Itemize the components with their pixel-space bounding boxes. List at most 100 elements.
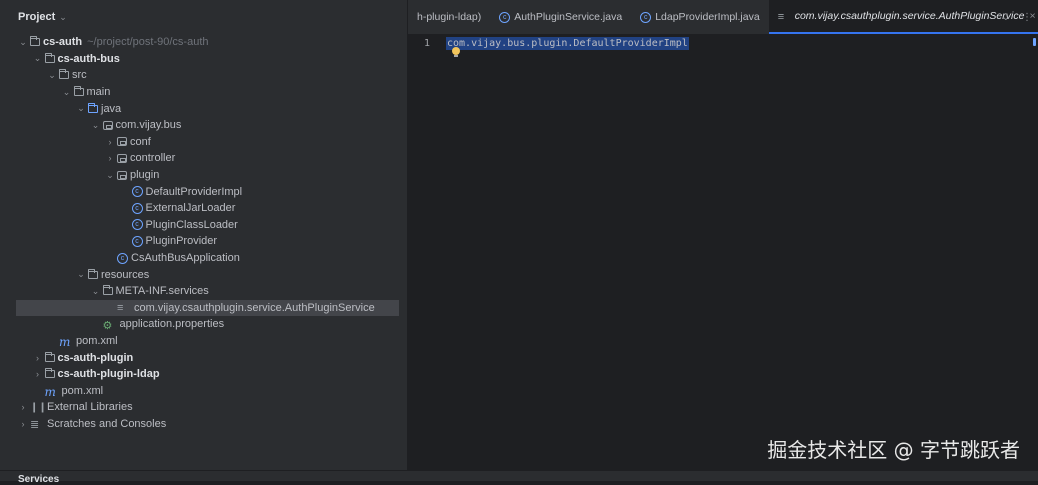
library-icon: ❙❙ bbox=[30, 401, 47, 413]
class-icon bbox=[131, 186, 143, 198]
chevron-down-icon[interactable]: ⌄ bbox=[89, 286, 103, 297]
folder-icon bbox=[44, 351, 55, 362]
line-number: 1 bbox=[423, 38, 430, 49]
chevron-right-icon[interactable]: › bbox=[31, 353, 45, 363]
tree-item-label: DefaultProviderImpl bbox=[145, 185, 243, 198]
tree-item-label: cs-auth bbox=[43, 36, 83, 49]
tree-item-label: ExternalJarLoader bbox=[145, 202, 236, 215]
tree-item[interactable]: › cs-auth-plugin-ldap bbox=[0, 366, 407, 383]
tree-item-label: plugin bbox=[130, 169, 160, 182]
tree-item-label: conf bbox=[130, 135, 151, 148]
tree-item-label: pom.xml bbox=[76, 334, 118, 347]
tree-item[interactable]: ⌄ META-INF.services bbox=[0, 283, 407, 300]
chevron-down-icon[interactable]: ⌄ bbox=[74, 269, 88, 280]
chevron-down-icon[interactable]: ⌄ bbox=[16, 37, 30, 48]
code-line[interactable]: com.vijay.bus.plugin.DefaultProviderImpl bbox=[446, 35, 689, 53]
chevron-down-icon[interactable]: ⌄ bbox=[59, 12, 67, 23]
tree-item[interactable]: ⌄ src bbox=[0, 67, 407, 84]
tree-item-label: CsAuthBusApplication bbox=[131, 252, 240, 265]
tree-item-label: cs-auth-plugin bbox=[57, 351, 134, 364]
tree-item-path: ~/project/post-90/cs-auth bbox=[87, 36, 209, 49]
class-icon bbox=[131, 202, 143, 214]
project-title: Project bbox=[18, 11, 56, 23]
properties-file-icon: ⚙ bbox=[102, 319, 113, 332]
selected-code-text[interactable]: com.vijay.bus.plugin.DefaultProviderImpl bbox=[446, 37, 689, 50]
services-bar[interactable]: Services bbox=[0, 470, 1038, 485]
tab-actions: ⌄ ⋮ bbox=[996, 0, 1038, 34]
editor-tab[interactable]: LdapProviderImpl.java bbox=[631, 0, 768, 34]
chevron-down-icon[interactable]: ⌄ bbox=[89, 120, 103, 131]
editor-tab-bar: h-plugin-ldap) AuthPluginService.java Ldap… bbox=[408, 0, 1038, 35]
maven-icon: m bbox=[44, 385, 56, 400]
tree-item-label: External Libraries bbox=[47, 401, 133, 414]
class-icon bbox=[131, 219, 143, 231]
tree-item[interactable]: ⚙ application.properties bbox=[0, 316, 407, 333]
chevron-right-icon[interactable]: › bbox=[31, 369, 45, 379]
maven-icon: m bbox=[59, 335, 71, 350]
chevron-right-icon[interactable]: › bbox=[103, 137, 117, 147]
tree-item[interactable]: m pom.xml bbox=[0, 382, 407, 400]
folder-icon bbox=[102, 285, 113, 296]
editor-tab-label: h-plugin-ldap) bbox=[417, 11, 482, 23]
tree-item[interactable]: ⌄ main bbox=[0, 84, 407, 101]
editor: h-plugin-ldap) AuthPluginService.java Ldap… bbox=[408, 0, 1038, 471]
tree-item[interactable]: › cs-auth-plugin bbox=[0, 349, 407, 366]
tree-item-label: com.vijay.csauthplugin.service.AuthPlugi… bbox=[134, 301, 375, 314]
tree-item[interactable]: ⌄ resources bbox=[0, 266, 407, 283]
project-panel-header[interactable]: Project ⌄ bbox=[0, 0, 407, 34]
tree-item-label: main bbox=[86, 86, 111, 99]
tree-item-label: Scratches and Consoles bbox=[47, 417, 167, 430]
tree-item[interactable]: m pom.xml bbox=[0, 333, 407, 350]
tree-item-label: pom.xml bbox=[61, 384, 104, 397]
scrollbar-marker[interactable] bbox=[1033, 38, 1036, 46]
class-icon bbox=[117, 252, 128, 264]
tree-item-label: controller bbox=[130, 152, 176, 165]
tree-item-label: cs-auth-bus bbox=[57, 52, 120, 65]
tree-item[interactable]: ⌄ java bbox=[0, 100, 407, 117]
tree-item[interactable]: ⌄ com.vijay.bus bbox=[0, 117, 407, 134]
class-icon bbox=[640, 11, 652, 23]
tree-item[interactable]: PluginProvider bbox=[0, 233, 407, 250]
chevron-down-icon[interactable]: ⌄ bbox=[31, 53, 45, 64]
code-area[interactable]: 1 com.vijay.bus.plugin.DefaultProviderIm… bbox=[408, 35, 1038, 471]
tree-item[interactable]: › ❙❙ External Libraries bbox=[0, 399, 407, 416]
chevron-down-icon[interactable]: ⌄ bbox=[74, 103, 88, 114]
tree-item[interactable]: ⌄ cs-auth-bus bbox=[0, 51, 407, 68]
chevron-down-icon[interactable]: ⌄ bbox=[103, 170, 117, 181]
tree-item[interactable]: ⌄ plugin bbox=[0, 167, 407, 184]
tree-item-label: java bbox=[101, 102, 122, 115]
editor-tab-label: LdapProviderImpl.java bbox=[655, 11, 760, 23]
tree-item[interactable]: PluginClassLoader bbox=[0, 217, 407, 234]
watermark: 掘金技术社区 @ 字节跳跃者 bbox=[767, 438, 1020, 462]
chevron-down-icon[interactable]: ⌄ bbox=[60, 87, 74, 98]
folder-icon bbox=[44, 52, 55, 63]
more-vertical-icon[interactable]: ⋮ bbox=[1016, 12, 1038, 23]
chevron-down-icon[interactable]: ⌄ bbox=[45, 70, 59, 81]
folder-icon bbox=[44, 368, 55, 379]
tree-item[interactable]: ≡ com.vijay.csauthplugin.service.AuthPlug… bbox=[16, 299, 399, 317]
tree-item-label: PluginProvider bbox=[145, 235, 218, 248]
package-icon bbox=[102, 120, 113, 130]
package-icon bbox=[117, 170, 127, 180]
folder-icon bbox=[59, 69, 69, 80]
text-file-icon: ≡ bbox=[117, 302, 124, 315]
chevron-down-icon[interactable]: ⌄ bbox=[996, 12, 1016, 23]
tree-item[interactable]: ⌄ cs-auth ~/project/post-90/cs-auth bbox=[0, 34, 407, 51]
chevron-right-icon[interactable]: › bbox=[103, 153, 117, 163]
folder-icon bbox=[30, 36, 40, 47]
editor-tab[interactable]: AuthPluginService.java bbox=[490, 0, 631, 34]
tree-item-label: PluginClassLoader bbox=[145, 218, 238, 231]
tree-item-label: cs-auth-plugin-ldap bbox=[57, 368, 160, 381]
tree-item[interactable]: CsAuthBusApplication bbox=[0, 250, 407, 267]
chevron-right-icon[interactable]: › bbox=[16, 419, 30, 429]
editor-tab[interactable]: h-plugin-ldap) bbox=[408, 0, 490, 34]
project-panel: Project ⌄ ⌄ cs-auth ~/project/post-90/cs-a… bbox=[0, 0, 407, 470]
tree-item[interactable]: DefaultProviderImpl bbox=[0, 183, 407, 200]
tree-item[interactable]: › controller bbox=[0, 150, 407, 167]
lightbulb-icon[interactable] bbox=[452, 47, 460, 57]
chevron-right-icon[interactable]: › bbox=[16, 402, 30, 412]
editor-tab-label: AuthPluginService.java bbox=[514, 11, 623, 23]
tree-item[interactable]: › conf bbox=[0, 134, 407, 151]
tree-item[interactable]: ExternalJarLoader bbox=[0, 200, 407, 217]
tree-item[interactable]: › ≣ Scratches and Consoles bbox=[0, 416, 407, 433]
